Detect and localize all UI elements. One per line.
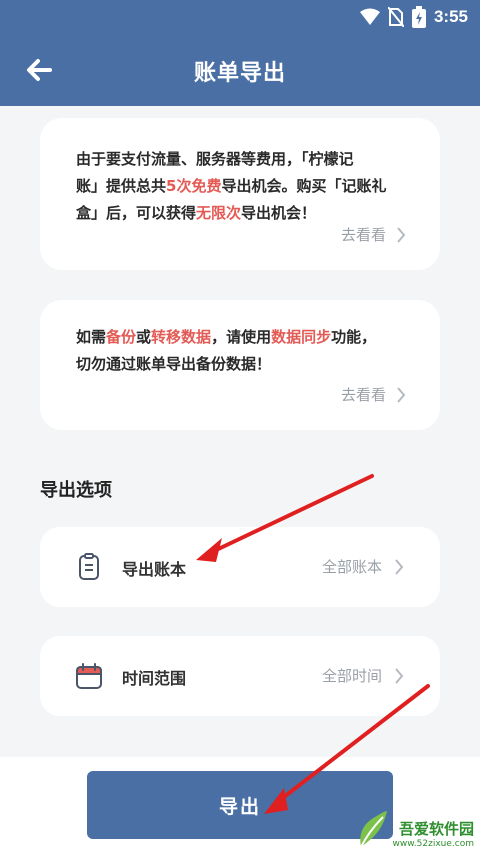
backup-warning-text: 如需备份或转移数据，请使用数据同步功能， 切勿通过账单导出备份数据！ [76,328,377,373]
go-see-data-sync-link[interactable]: 去看看 [341,384,406,405]
export-ledger-value: 全部账本 [322,556,404,577]
status-bar: 3:55 [0,0,480,33]
watermark-url: www.52zixue.com [392,839,474,849]
clipboard-icon [79,553,99,580]
backup-warning-card: 如需备份或转移数据，请使用数据同步功能， 切勿通过账单导出备份数据！ 去看看 [40,300,440,430]
time-range-value: 全部时间 [322,665,404,686]
chevron-right-icon [397,386,406,403]
wifi-icon [359,8,380,25]
no-sim-icon [387,7,404,27]
go-see-gift-box-link[interactable]: 去看看 [341,224,406,245]
leaf-logo-icon [359,811,387,848]
chevron-right-icon [397,226,406,243]
status-icons: 3:55 [359,6,468,28]
unlimited-highlight: 无限次 [196,204,242,222]
chevron-right-icon [395,558,404,575]
time-range-label: 时间范围 [122,669,187,688]
status-time: 3:55 [433,7,468,26]
chevron-right-icon [395,667,404,684]
battery-icon [411,6,426,28]
export-ledger-option[interactable]: 导出账本 全部账本 [40,527,440,607]
export-options-heading: 导出选项 [40,480,112,501]
calendar-icon [76,663,102,689]
free-count-highlight: 5次免费 [166,177,222,195]
time-range-option[interactable]: 时间范围 全部时间 [40,636,440,716]
app-bar: 账单导出 [0,33,480,106]
free-export-info-text: 由于要支付流量、服务器等费用，「柠檬记 账」提供总共5次免费导出机会。购买「记账… [76,150,387,222]
page-title: 账单导出 [193,61,286,86]
export-ledger-label: 导出账本 [122,560,187,579]
export-button[interactable]: 导出 [87,771,393,839]
free-export-info-card: 由于要支付流量、服务器等费用，「柠檬记 账」提供总共5次免费导出机会。购买「记账… [40,118,440,270]
watermark-name: 吾爱软件园 [398,820,474,838]
site-watermark: 吾爱软件园 www.52zixue.com [355,809,474,849]
